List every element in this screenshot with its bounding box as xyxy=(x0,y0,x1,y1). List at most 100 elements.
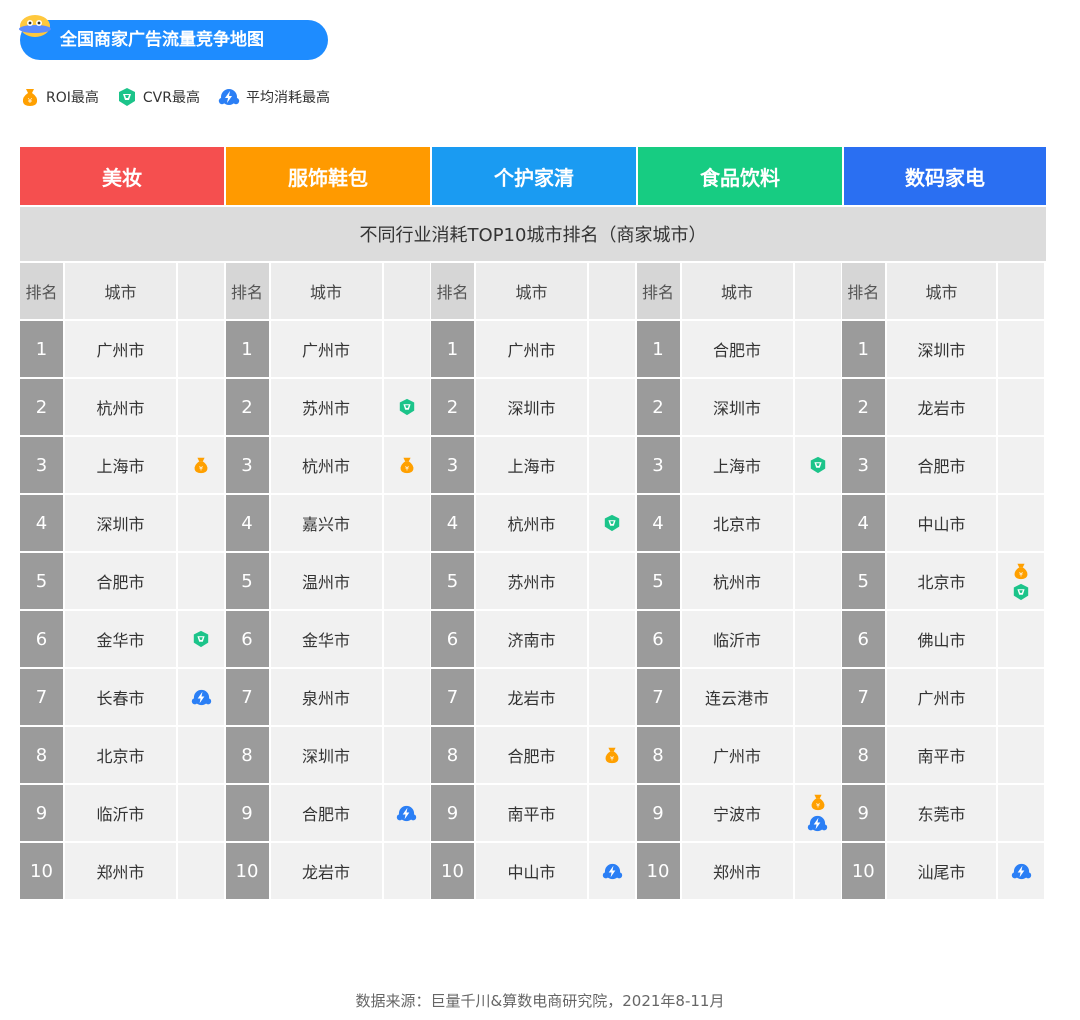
city-cell: 广州市 xyxy=(886,669,997,725)
ranking-grid: 排名 城市 1 广州市 2 杭州市 3 上海市 ¥4 深圳市 5 合肥市 6 金华市 7 长春市 8 北京市… xyxy=(20,263,1046,901)
badge-cell xyxy=(589,495,635,551)
table-row: 1 深圳市 xyxy=(842,321,1044,377)
badge-cell xyxy=(383,669,430,725)
rank-cell: 10 xyxy=(20,843,63,899)
table-row: 8 深圳市 xyxy=(225,727,430,783)
table-row: 2 深圳市 xyxy=(636,379,841,435)
rank-cell: 1 xyxy=(20,321,63,377)
city-cell: 南平市 xyxy=(886,727,997,783)
table-row: 4 中山市 xyxy=(842,495,1044,551)
city-cell: 合肥市 xyxy=(270,785,382,841)
city-cell: 杭州市 xyxy=(270,437,382,493)
city-cell: 合肥市 xyxy=(476,727,587,783)
table-row: 2 深圳市 xyxy=(431,379,635,435)
table-row: 6 金华市 xyxy=(20,611,224,667)
rank-cell: 2 xyxy=(842,379,885,435)
table-row: 1 合肥市 xyxy=(636,321,841,377)
badge-cell xyxy=(794,321,841,377)
lightning-cloud-icon xyxy=(191,689,211,705)
category-electronics: 数码家电 xyxy=(844,147,1046,205)
badge-cell xyxy=(383,553,430,609)
shield-gem-icon xyxy=(193,630,209,648)
city-cell: 北京市 xyxy=(65,727,176,783)
city-cell: 南平市 xyxy=(476,785,587,841)
rank-cell: 3 xyxy=(842,437,885,493)
badge-cell xyxy=(178,495,224,551)
column-header-city: 城市 xyxy=(476,263,587,319)
city-cell: 临沂市 xyxy=(681,611,793,667)
rank-cell: 6 xyxy=(20,611,63,667)
table-row: 6 佛山市 xyxy=(842,611,1044,667)
city-cell: 上海市 xyxy=(65,437,176,493)
column-header-icon xyxy=(178,263,224,319)
city-cell: 汕尾市 xyxy=(886,843,997,899)
money-bag-icon: ¥ xyxy=(22,89,38,106)
legend-label-roi: ROI最高 xyxy=(46,90,99,106)
money-bag-icon: ¥ xyxy=(400,457,413,474)
page-title: 全国商家广告流量竞争地图 xyxy=(60,30,264,50)
money-bag-icon: ¥ xyxy=(194,457,208,474)
city-cell: 上海市 xyxy=(681,437,793,493)
table-row: 6 金华市 xyxy=(225,611,430,667)
rank-cell: 3 xyxy=(431,437,474,493)
legend-label-avg: 平均消耗最高 xyxy=(245,90,330,106)
badge-cell xyxy=(998,321,1044,377)
rank-cell: 3 xyxy=(20,437,63,493)
table-row: 5 合肥市 xyxy=(20,553,224,609)
badge-cell xyxy=(998,379,1044,435)
badge-cell xyxy=(794,437,841,493)
city-cell: 郑州市 xyxy=(65,843,176,899)
city-cell: 深圳市 xyxy=(65,495,176,551)
rank-cell: 4 xyxy=(431,495,474,551)
city-cell: 佛山市 xyxy=(886,611,997,667)
rank-cell: 2 xyxy=(225,379,269,435)
badge-cell xyxy=(998,727,1044,783)
city-cell: 广州市 xyxy=(681,727,793,783)
badge-cell: ¥ xyxy=(178,437,224,493)
table-header-row: 排名 城市 xyxy=(636,263,841,319)
ranking-table-4: 排名 城市 1 深圳市 2 龙岩市 3 合肥市 4 中山市 5 北京市 ¥ 6 佛山市 7 广州市 8 南平市 9… xyxy=(842,263,1044,901)
badge-cell: ¥ xyxy=(998,553,1044,609)
column-header-city: 城市 xyxy=(681,263,793,319)
rank-cell: 8 xyxy=(20,727,63,783)
rank-cell: 2 xyxy=(636,379,680,435)
table-row: 8 北京市 xyxy=(20,727,224,783)
rank-cell: 7 xyxy=(636,669,680,725)
category-beauty: 美妆 xyxy=(20,147,224,205)
column-header-city: 城市 xyxy=(65,263,176,319)
table-row: 10 中山市 xyxy=(431,843,635,899)
column-header-rank: 排名 xyxy=(20,263,63,319)
city-cell: 东莞市 xyxy=(886,785,997,841)
badge-cell xyxy=(589,321,635,377)
city-cell: 连云港市 xyxy=(681,669,793,725)
badge-cell xyxy=(383,611,430,667)
column-header-icon xyxy=(998,263,1044,319)
ranking-table-0: 排名 城市 1 广州市 2 杭州市 3 上海市 ¥4 深圳市 5 合肥市 6 金华市 7 长春市 8 北京市… xyxy=(20,263,224,901)
page-title-banner: 全国商家广告流量竞争地图 xyxy=(20,20,328,60)
badge-cell xyxy=(589,611,635,667)
table-row: 8 南平市 xyxy=(842,727,1044,783)
rank-cell: 8 xyxy=(431,727,474,783)
table-header-row: 排名 城市 xyxy=(842,263,1044,319)
money-bag-icon: ¥ xyxy=(1014,563,1028,579)
table-subtitle: 不同行业消耗TOP10城市排名（商家城市） xyxy=(20,207,1046,261)
rank-cell: 5 xyxy=(842,553,885,609)
column-header-city: 城市 xyxy=(886,263,997,319)
badge-cell: ¥ xyxy=(794,785,841,841)
table-row: 7 长春市 xyxy=(20,669,224,725)
city-cell: 广州市 xyxy=(65,321,176,377)
rank-cell: 1 xyxy=(636,321,680,377)
column-header-icon xyxy=(383,263,430,319)
table-row: 7 龙岩市 xyxy=(431,669,635,725)
badge-cell xyxy=(178,669,224,725)
shield-gem-icon xyxy=(810,456,825,474)
city-cell: 北京市 xyxy=(681,495,793,551)
rank-cell: 8 xyxy=(842,727,885,783)
badge-cell xyxy=(998,611,1044,667)
city-cell: 杭州市 xyxy=(65,379,176,435)
ranking-table-1: 排名 城市 1 广州市 2 苏州市 3 杭州市 ¥4 嘉兴市 5 温州市 6 金华市 7 泉州市 8 深圳市 9… xyxy=(225,263,430,901)
table-row: 7 广州市 xyxy=(842,669,1044,725)
city-cell: 龙岩市 xyxy=(476,669,587,725)
table-row: 10 汕尾市 xyxy=(842,843,1044,899)
rank-cell: 5 xyxy=(636,553,680,609)
